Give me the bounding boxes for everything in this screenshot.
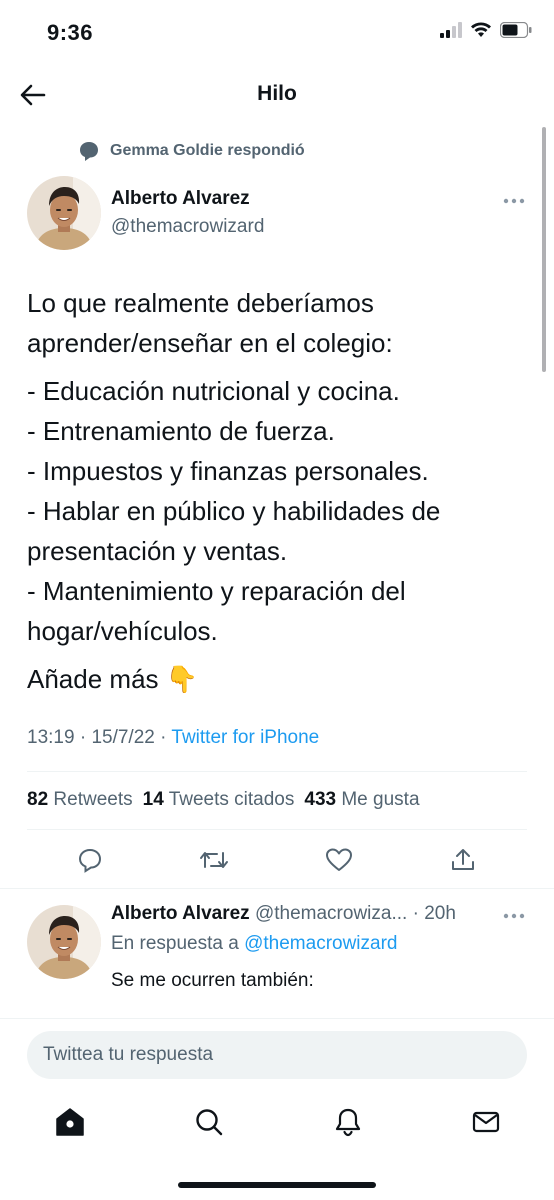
tab-notifications[interactable] [328,1102,368,1142]
tweet-time[interactable]: 13:19 [27,727,75,748]
avatar[interactable] [27,176,101,250]
reply-author-handle[interactable]: @themacrowiza... [255,903,407,924]
tweet-text-line: - Hablar en público y habilidades de [27,496,441,526]
tweet-source-link[interactable]: Twitter for iPhone [171,727,319,748]
avatar-photo [27,905,101,979]
divider [27,771,527,772]
tweet-text-line: - Educación nutricional y cocina. [27,376,400,406]
reply-to-line: En respuesta a @themacrowizard [111,933,398,955]
tweet-date[interactable]: 15/7/22 [91,727,154,748]
reply-context-text: Gemma Goldie respondió [110,142,305,159]
home-indicator[interactable] [178,1182,376,1188]
reply-context[interactable]: Gemma Goldie respondió [78,140,305,162]
speech-bubble-icon [78,848,102,873]
tweet-text-line: hogar/vehículos. [27,616,218,646]
tweet-text-line: - Impuestos y finanzas personales. [27,456,429,486]
battery-icon [500,22,532,38]
tweet-text-line: aprender/enseñar en el colegio: [27,328,393,358]
reply-avatar[interactable] [27,905,101,979]
status-time: 9:36 [47,20,94,45]
reply-author-name[interactable]: Alberto Alvarez [111,903,250,924]
tweet-text-line: - Mantenimiento y reparación del [27,576,406,606]
reply-to-handle-link[interactable]: @themacrowizard [244,933,397,954]
reply-age: 20h [424,903,456,924]
divider [27,829,527,830]
retweets-stat[interactable]: 82 Retweets [27,789,133,811]
tweet-actions [0,842,554,878]
share-button[interactable] [445,842,481,878]
author-name[interactable]: Alberto Alvarez [111,188,250,210]
divider [0,1018,554,1019]
nav-header: Hilo [0,68,554,122]
tweet-text-line: presentación y ventas. [27,536,288,566]
reply-text: Se me ocurren también: [111,970,314,991]
likes-stat[interactable]: 433 Me gusta [304,789,419,811]
more-options-button[interactable] [502,194,526,206]
scrollbar[interactable] [542,127,546,372]
status-icons [440,22,532,38]
tab-messages[interactable] [466,1102,506,1142]
reply-button[interactable] [72,842,108,878]
reply-more-options-button[interactable] [502,909,526,921]
reply-input[interactable] [27,1031,527,1079]
wifi-icon [471,22,491,37]
retweet-button[interactable] [196,842,232,878]
search-icon [196,1109,223,1136]
tweet-text-line: Lo que realmente deberíamos [27,288,374,318]
author-handle[interactable]: @themacrowizard [111,216,264,238]
like-button[interactable] [321,842,357,878]
signal-icon [440,22,462,38]
page-title: Hilo [257,82,297,105]
tweet-text-line: Añade más 👇 [27,664,199,694]
tweet-timestamp: 13:19 · 15/7/22 · Twitter for iPhone [27,727,320,748]
reply-to-label: En respuesta a [111,933,239,954]
bottom-tab-bar [0,1102,554,1142]
share-icon [452,849,474,870]
quotes-stat[interactable]: 14 Tweets citados [143,789,295,811]
mail-icon [472,1111,500,1133]
divider [0,888,554,889]
home-icon [56,1108,84,1136]
status-bar: 9:36 [0,0,554,60]
tab-home[interactable] [50,1102,90,1142]
reply-compose-box[interactable] [27,1031,527,1079]
ellipsis-icon [503,198,525,204]
ellipsis-icon [503,913,525,919]
speech-bubble-icon [80,142,98,161]
tab-search[interactable] [189,1102,229,1142]
bell-icon [335,1108,361,1137]
heart-icon [326,848,352,871]
tweet-text: Lo que realmente deberíamos aprender/ens… [27,283,527,699]
avatar-photo [27,176,101,250]
tweet-stats: 82 Retweets 14 Tweets citados 433 Me gus… [27,789,420,811]
retweet-icon [200,852,228,868]
tweet-text-line: - Entrenamiento de fuerza. [27,416,335,446]
reply-header[interactable]: Alberto Alvarez @themacrowiza... · 20h [111,903,501,925]
